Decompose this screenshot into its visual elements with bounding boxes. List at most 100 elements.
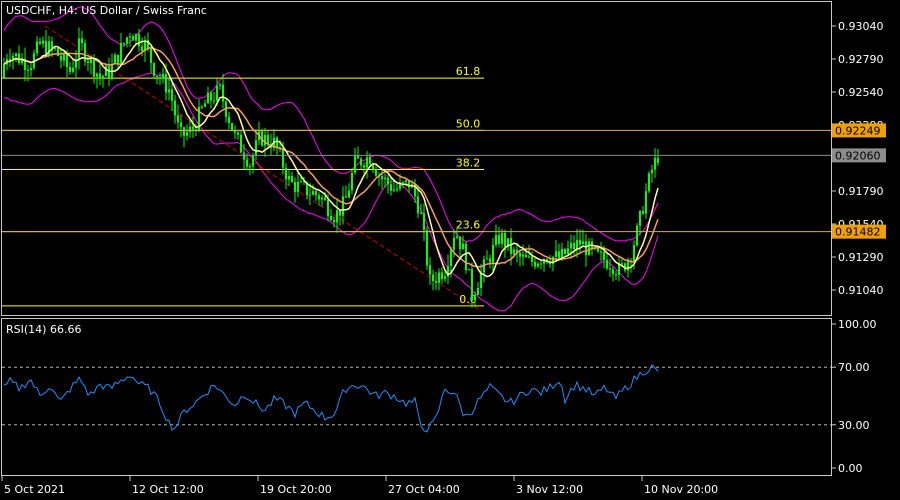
candle-body xyxy=(177,115,179,123)
candle-body xyxy=(435,281,437,283)
candle-body xyxy=(45,40,47,55)
candle-body xyxy=(102,76,104,79)
candle-body xyxy=(552,256,554,265)
candle-body xyxy=(153,62,155,76)
candle-body xyxy=(429,265,431,275)
candle-body xyxy=(297,181,299,192)
candle-body xyxy=(54,47,56,49)
candle-body xyxy=(9,59,11,61)
candle-body xyxy=(282,148,284,168)
candle-body xyxy=(486,258,488,260)
candle-body xyxy=(141,46,143,51)
candle-body xyxy=(237,132,239,135)
candle-body xyxy=(234,130,236,133)
candle-body xyxy=(432,274,434,282)
candle-body xyxy=(369,157,371,165)
candle-body xyxy=(654,157,656,170)
candle-body xyxy=(114,54,116,64)
candle-body xyxy=(351,172,353,191)
candle-body xyxy=(381,176,383,179)
price-tick-label: 0.92790 xyxy=(838,53,884,66)
price-tick-label: 0.91790 xyxy=(838,185,884,198)
rsi-panel-frame xyxy=(1,318,832,476)
candle-body xyxy=(471,269,473,301)
candle-body xyxy=(531,256,533,262)
candle-body xyxy=(636,225,638,246)
rsi-axis: 100.00 70.00 30.00 0.00 xyxy=(831,318,877,475)
candle-body xyxy=(219,84,221,86)
candle-body xyxy=(579,239,581,245)
price-badge-label: 0.92249 xyxy=(835,124,881,137)
candle-body xyxy=(423,213,425,230)
candle-body xyxy=(63,54,65,61)
candle-body xyxy=(426,229,428,266)
candle-body xyxy=(387,177,389,185)
candle-body xyxy=(612,269,614,275)
candle-body xyxy=(192,126,194,130)
candle-body xyxy=(240,134,242,153)
candle-body xyxy=(444,276,446,280)
candle-body xyxy=(216,85,218,101)
trading-chart[interactable]: 61.850.038.223.60.0 USDCHF, H4: US Dolla… xyxy=(0,0,900,500)
time-tick-label: 27 Oct 04:00 xyxy=(388,483,460,496)
candle-body xyxy=(336,210,338,223)
candle-body xyxy=(564,248,566,255)
candle-body xyxy=(384,177,386,179)
candle-body xyxy=(99,73,101,79)
candle-body xyxy=(108,66,110,78)
candle-body xyxy=(453,238,455,250)
chart-title: USDCHF, H4: US Dollar / Swiss Franc xyxy=(6,4,207,17)
candle-body xyxy=(69,66,71,72)
rsi-tick-label: 100.00 xyxy=(838,318,877,331)
candle-body xyxy=(87,61,89,63)
bollinger-bands xyxy=(3,6,659,312)
candle-body xyxy=(639,211,641,226)
lower-band xyxy=(3,72,659,312)
rsi-tick-label: 0.00 xyxy=(838,462,863,475)
candle-body xyxy=(156,75,158,78)
candle-body xyxy=(42,40,44,44)
candle-body xyxy=(135,34,137,41)
candle-body xyxy=(528,256,530,258)
candle-body xyxy=(645,191,647,214)
candle-body xyxy=(231,123,233,131)
price-tick-label: 0.93040 xyxy=(838,20,884,33)
candle-body xyxy=(162,73,164,79)
candle-body xyxy=(345,196,347,198)
candle-body xyxy=(180,122,182,128)
candle-body xyxy=(255,140,257,156)
candle-body xyxy=(600,251,602,253)
candle-body xyxy=(561,248,563,259)
price-tick-label: 0.91290 xyxy=(838,251,884,264)
fib-level-label: 23.6 xyxy=(456,219,481,232)
candle-body xyxy=(15,53,17,57)
candle-body xyxy=(186,132,188,136)
fib-level-label: 50.0 xyxy=(456,117,481,130)
candle-body xyxy=(333,219,335,223)
candle-body xyxy=(489,258,491,263)
candle-body xyxy=(492,244,494,263)
candle-body xyxy=(201,106,203,108)
candle-body xyxy=(204,103,206,107)
rsi-line xyxy=(3,364,659,433)
candle-body xyxy=(276,137,278,148)
horizontal-lines xyxy=(2,129,831,233)
candle-body xyxy=(30,68,32,71)
candle-body xyxy=(642,211,644,214)
candle-body xyxy=(138,34,140,47)
candle-body xyxy=(495,235,497,245)
candle-body xyxy=(318,195,320,200)
candle-body xyxy=(609,268,611,270)
candle-body xyxy=(480,272,482,288)
candle-body xyxy=(96,73,98,77)
candle-body xyxy=(78,38,80,60)
candle-body xyxy=(348,190,350,198)
candle-body xyxy=(189,126,191,133)
rsi-indicator xyxy=(2,364,831,433)
candle-body xyxy=(633,245,635,262)
candle-body xyxy=(627,260,629,271)
candle-body xyxy=(576,239,578,250)
candle-body xyxy=(93,58,95,77)
candle-body xyxy=(66,54,68,67)
fib-level-label: 38.2 xyxy=(456,156,481,169)
